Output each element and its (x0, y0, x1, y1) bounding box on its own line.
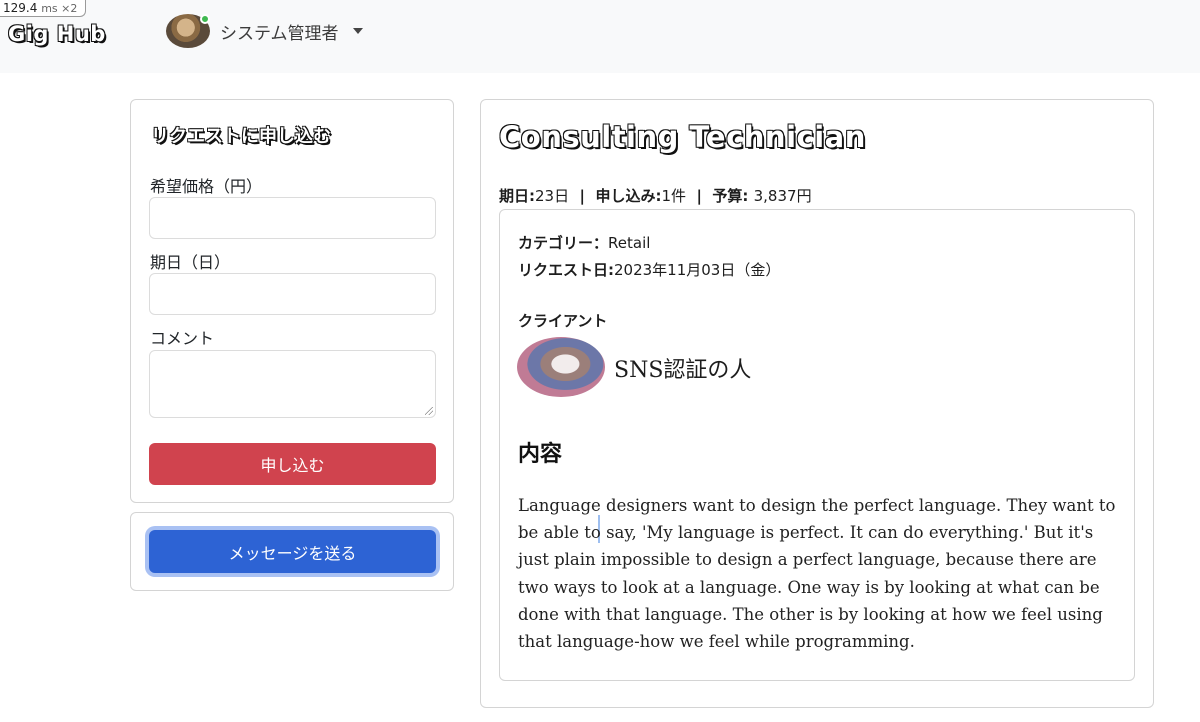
resize-handle-icon[interactable] (425, 407, 433, 415)
job-description: Language designers want to design the pe… (518, 496, 1116, 652)
online-status-icon (200, 14, 210, 24)
applications-value: 1件 (661, 187, 687, 205)
perf-overlay: 129.4 ms ×2 (0, 0, 87, 17)
client-name[interactable]: SNS認証の人 (614, 352, 751, 384)
perf-unit: ms ×2 (41, 2, 78, 15)
client-avatar[interactable] (517, 337, 605, 397)
user-name: システム管理者 (220, 23, 339, 44)
budget-label: 予算: (712, 187, 754, 205)
user-menu-toggle[interactable]: システム管理者 (166, 14, 363, 48)
send-message-button[interactable]: メッセージを送る (149, 530, 436, 573)
request-date-label: リクエスト日: (518, 261, 614, 279)
applications-label: 申し込み: (595, 187, 662, 205)
budget-value: 3,837円 (753, 187, 812, 205)
price-label: 希望価格（円） (150, 177, 263, 196)
job-detail-card: Consulting Technician 期日:23日 | 申し込み:1件 |… (480, 99, 1154, 708)
deadline-label: 期日: (499, 187, 535, 205)
client-heading: クライアント (518, 312, 608, 330)
category-label: カテゴリー： (518, 234, 609, 252)
job-detail-inner: カテゴリー：Retail リクエスト日:2023年11月03日（金） クライアン… (499, 209, 1135, 681)
days-input[interactable] (149, 273, 436, 315)
perf-value: 129.4 (3, 1, 38, 15)
content-heading: 内容 (518, 442, 563, 467)
comment-label: コメント (150, 329, 215, 348)
comment-textarea[interactable] (149, 350, 436, 418)
category-line: カテゴリー：Retail (518, 232, 650, 253)
days-label: 期日（日） (150, 253, 231, 272)
category-value: Retail (608, 234, 651, 252)
message-card: メッセージを送る (130, 512, 454, 591)
brand-logo[interactable]: Gig Hub (8, 22, 106, 46)
avatar (166, 14, 210, 48)
job-title: Consulting Technician (499, 120, 866, 154)
apply-button[interactable]: 申し込む (149, 443, 436, 485)
request-date-line: リクエスト日:2023年11月03日（金） (518, 259, 780, 280)
apply-card-title: リクエストに申し込む (151, 126, 331, 147)
chevron-down-icon (352, 28, 363, 34)
navbar: Gig Hub システム管理者 (0, 0, 1200, 73)
request-date-value: 2023年11月03日（金） (614, 261, 781, 279)
deadline-value: 23日 (535, 187, 570, 205)
apply-card: リクエストに申し込む 希望価格（円） 期日（日） コメント 申し込む (130, 99, 454, 503)
job-meta: 期日:23日 | 申し込み:1件 | 予算: 3,837円 (499, 187, 812, 205)
price-input[interactable] (149, 197, 436, 239)
